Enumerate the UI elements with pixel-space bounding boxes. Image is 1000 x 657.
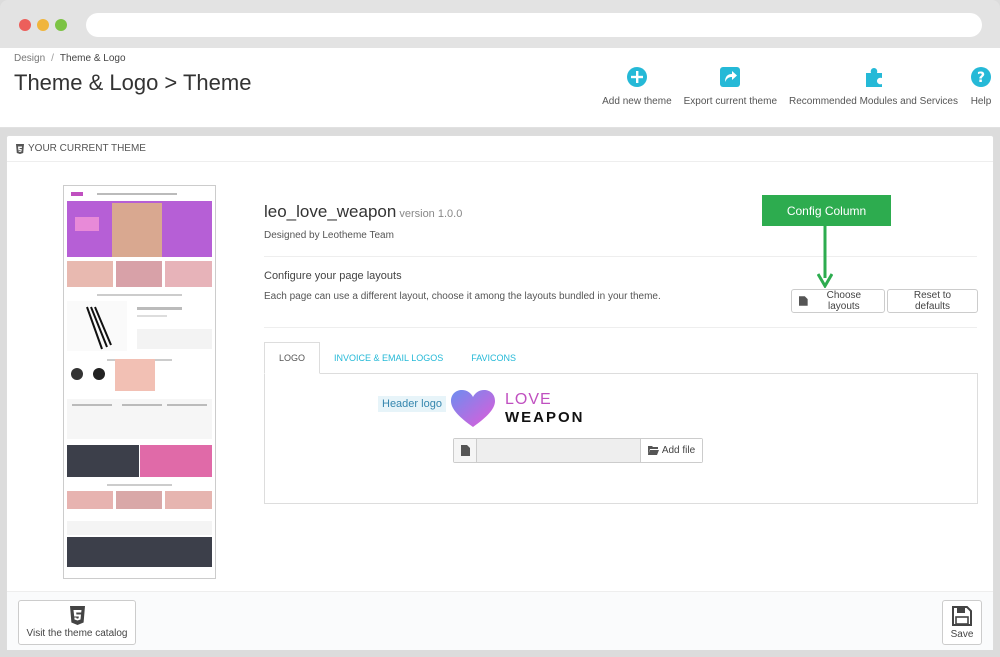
panel-heading-text: YOUR CURRENT THEME [28, 143, 146, 154]
recommended-modules-label: Recommended Modules and Services [789, 96, 958, 107]
breadcrumb: Design / Theme & Logo [14, 53, 126, 64]
theme-author: Designed by Leotheme Team [264, 230, 394, 241]
current-theme-panel: YOUR CURRENT THEME leo_love_weapon versi… [6, 135, 994, 650]
export-theme-button[interactable]: Export current theme [684, 66, 777, 107]
file-icon [799, 296, 808, 306]
file-name-input[interactable] [477, 439, 640, 462]
plus-circle-icon [626, 67, 647, 87]
theme-name-text: leo_love_weapon [264, 202, 397, 221]
layouts-description: Each page can use a different layout, ch… [264, 291, 661, 302]
tab-invoice-email-logos[interactable]: INVOICE & EMAIL LOGOS [320, 342, 457, 374]
help-button[interactable]: ? Help [970, 66, 992, 107]
add-file-label: Add file [661, 445, 696, 456]
toolbar: Add new theme Export current theme Recom… [590, 66, 992, 107]
save-icon [952, 605, 972, 626]
visit-theme-catalog-label: Visit the theme catalog [26, 628, 128, 639]
close-window-dot[interactable] [19, 19, 31, 31]
share-icon [720, 67, 741, 87]
add-new-theme-button[interactable]: Add new theme [602, 66, 672, 107]
layouts-title: Configure your page layouts [264, 270, 402, 282]
page-header: Design / Theme & Logo Theme & Logo > Theme… [0, 48, 1000, 128]
logo-line-1: LOVE [505, 391, 552, 408]
browser-chrome [0, 0, 1000, 48]
logo-tabs: LOGO INVOICE & EMAIL LOGOS FAVICONS [264, 342, 530, 374]
visit-theme-catalog-button[interactable]: Visit the theme catalog [18, 600, 136, 645]
panel-footer: Visit the theme catalog Save [7, 591, 993, 650]
divider [264, 327, 977, 328]
address-bar[interactable] [86, 13, 982, 37]
page-title: Theme & Logo > Theme [14, 70, 252, 95]
recommended-modules-button[interactable]: Recommended Modules and Services [789, 66, 958, 107]
header-logo-image: LOVE WEAPON [451, 388, 591, 430]
arrow-down-icon [817, 226, 833, 288]
theme-preview-image [63, 185, 216, 579]
export-theme-label: Export current theme [683, 96, 778, 107]
save-label: Save [950, 628, 974, 640]
reset-defaults-button[interactable]: Reset to defaults [887, 289, 978, 313]
html5-icon [16, 143, 24, 154]
logo-tab-content: Header logo LOVE WEAPON Add file [264, 373, 978, 504]
add-new-theme-label: Add new theme [602, 96, 672, 107]
logo-wordmark: LOVE WEAPON [505, 391, 585, 427]
help-label: Help [970, 96, 992, 107]
folder-open-icon [647, 446, 659, 455]
theme-version: version 1.0.0 [399, 208, 463, 220]
document-icon [460, 445, 470, 456]
maximize-window-dot[interactable] [55, 19, 67, 31]
save-button[interactable]: Save [942, 600, 982, 645]
theme-name: leo_love_weapon version 1.0.0 [264, 202, 462, 222]
minimize-window-dot[interactable] [37, 19, 49, 31]
logo-file-upload: Add file [453, 438, 703, 463]
header-logo-label: Header logo [378, 396, 446, 412]
svg-text:?: ? [977, 70, 985, 86]
heart-icon [451, 390, 495, 427]
logo-line-2: WEAPON [505, 409, 585, 426]
panel-heading: YOUR CURRENT THEME [7, 136, 993, 162]
breadcrumb-separator: / [51, 53, 54, 64]
config-column-callout: Config Column [762, 195, 891, 226]
tab-logo[interactable]: LOGO [264, 342, 321, 374]
add-file-button[interactable]: Add file [640, 439, 702, 462]
breadcrumb-current: Theme & Logo [59, 53, 126, 64]
file-icon [454, 439, 477, 462]
puzzle-icon [865, 68, 882, 87]
breadcrumb-parent[interactable]: Design [14, 53, 45, 64]
tab-favicons[interactable]: FAVICONS [457, 342, 530, 374]
html5-icon [69, 606, 85, 625]
theme-preview-graphic [67, 189, 212, 575]
choose-layouts-label: Choose layouts [826, 290, 862, 312]
choose-layouts-button[interactable]: Choose layouts [791, 289, 885, 313]
divider [264, 256, 977, 257]
reset-defaults-label: Reset to defaults [913, 290, 952, 312]
help-icon: ? [971, 67, 991, 87]
